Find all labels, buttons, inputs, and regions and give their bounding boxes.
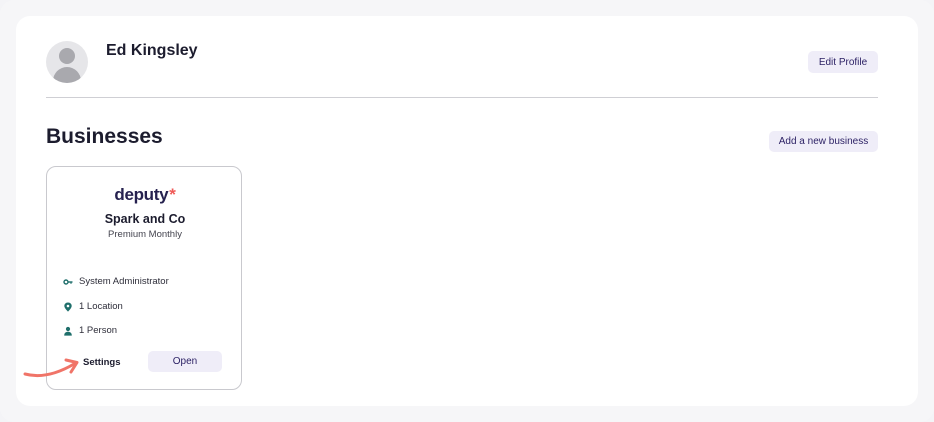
- open-button[interactable]: Open: [148, 351, 222, 372]
- people-text: 1 Person: [79, 325, 118, 336]
- locations-row: 1 Location: [63, 301, 123, 312]
- main-panel: Ed Kingsley Edit Profile Businesses Add …: [16, 16, 918, 406]
- locations-text: 1 Location: [79, 301, 123, 312]
- settings-link[interactable]: Settings: [83, 357, 120, 368]
- logo-mark: *: [169, 185, 176, 204]
- add-business-button[interactable]: Add a new business: [769, 131, 878, 152]
- avatar-body-icon: [53, 67, 81, 83]
- business-plan: Premium Monthly: [108, 229, 182, 240]
- key-icon: [63, 277, 73, 287]
- section-title: Businesses: [46, 125, 163, 148]
- role-row: System Administrator: [63, 276, 169, 287]
- avatar-head-icon: [59, 48, 75, 64]
- curved-arrow-icon: [23, 358, 79, 378]
- profile-name: Ed Kingsley: [106, 42, 198, 59]
- logo-text: deputy: [114, 185, 169, 204]
- role-text: System Administrator: [79, 276, 169, 287]
- map-pin-icon: [63, 302, 73, 312]
- avatar[interactable]: [46, 41, 88, 83]
- business-name: Spark and Co: [104, 212, 186, 226]
- divider: [46, 97, 878, 98]
- person-icon: [63, 326, 73, 336]
- edit-profile-button[interactable]: Edit Profile: [808, 51, 878, 73]
- people-row: 1 Person: [63, 325, 117, 336]
- deputy-logo: deputy*: [47, 185, 243, 205]
